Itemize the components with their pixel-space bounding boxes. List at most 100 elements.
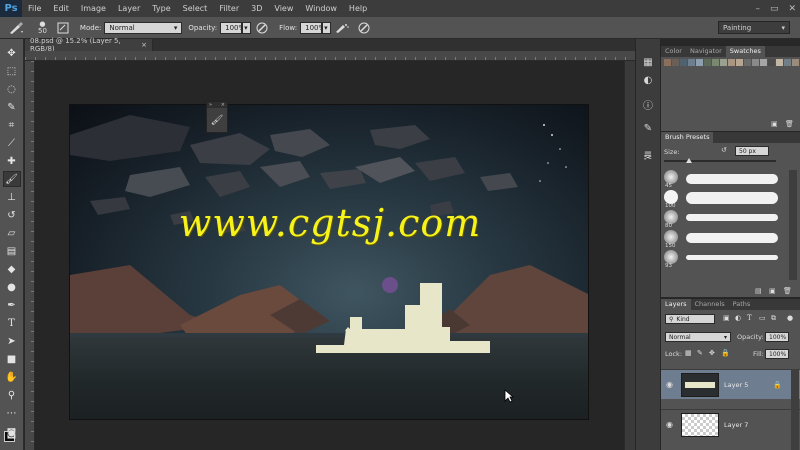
eraser-tool-icon[interactable]: ▱ [3, 225, 21, 241]
maximize-button[interactable]: ▭ [770, 4, 779, 14]
flow-dropdown[interactable]: ▾ [322, 21, 332, 34]
close-panel-icon[interactable]: × [221, 102, 225, 108]
color-swatch[interactable] [680, 59, 687, 66]
edit-toolbar-icon[interactable]: ⋯ [3, 405, 21, 421]
toggle-brush-panel-icon[interactable]: ▤ [755, 287, 762, 295]
menu-view[interactable]: View [268, 0, 299, 17]
color-swatch[interactable] [792, 59, 799, 66]
path-selection-tool-icon[interactable]: ➤ [3, 333, 21, 349]
filter-smart-object-icon[interactable]: ⧉ [771, 314, 776, 323]
color-swatch[interactable] [720, 59, 727, 66]
close-button[interactable]: ✕ [788, 4, 796, 14]
move-tool-icon[interactable]: ✥ [3, 45, 21, 61]
filter-type-icon[interactable]: T [747, 314, 752, 322]
brush-list-scrollbar[interactable] [789, 170, 797, 280]
gradient-tool-icon[interactable]: ▤ [3, 243, 21, 259]
color-swatch[interactable] [784, 59, 791, 66]
info-panel-icon[interactable]: ⓘ [641, 97, 655, 112]
pressure-opacity-icon[interactable] [254, 20, 270, 36]
mode-select[interactable]: Normal ▾ [104, 21, 183, 34]
layers-scrollbar[interactable] [791, 369, 799, 450]
color-swatch[interactable] [688, 59, 695, 66]
filter-toggle-icon[interactable]: ● [787, 314, 793, 322]
lock-position-icon[interactable]: ✥ [709, 349, 715, 357]
layer-name[interactable]: Layer 7 [724, 421, 748, 429]
hand-tool-icon[interactable]: ✋ [3, 369, 21, 385]
lock-all-icon[interactable]: 🔒 [721, 349, 730, 357]
menu-filter[interactable]: Filter [213, 0, 245, 17]
tab-swatches[interactable]: Swatches [725, 46, 765, 57]
vertical-ruler[interactable] [25, 61, 35, 450]
color-swatch[interactable] [768, 59, 775, 66]
history-brush-tool-icon[interactable]: ↺ [3, 207, 21, 223]
document-tab-close-icon[interactable]: × [141, 41, 147, 49]
opacity-dropdown[interactable]: ▾ [242, 21, 252, 34]
brush-size-input[interactable]: 50 px [735, 146, 769, 156]
visibility-eye-icon[interactable]: ◉ [666, 380, 673, 389]
crop-tool-icon[interactable]: ⌗ [3, 117, 21, 133]
airbrush-icon[interactable] [334, 20, 350, 36]
tool-presets-panel-icon[interactable]: ✂ [641, 151, 655, 165]
color-swatch[interactable] [752, 59, 759, 66]
adjustments-panel-icon[interactable]: ✎ [641, 121, 655, 135]
layer-name[interactable]: Layer 5 [724, 381, 748, 389]
tab-paths[interactable]: Paths [729, 299, 755, 310]
layer-row[interactable]: ◉ Layer 7 [661, 409, 800, 439]
menu-edit[interactable]: Edit [47, 0, 75, 17]
workspace-select[interactable]: Painting ▾ [718, 21, 790, 34]
pen-tool-icon[interactable]: ✒ [3, 297, 21, 313]
menu-file[interactable]: File [22, 0, 47, 17]
color-swatch[interactable] [760, 59, 767, 66]
visibility-eye-icon[interactable]: ◉ [666, 420, 673, 429]
tab-channels[interactable]: Channels [691, 299, 729, 310]
brush-preset-item[interactable]: 150 [664, 230, 784, 249]
tab-brush-presets[interactable]: Brush Presets [661, 132, 714, 143]
color-swatch[interactable] [736, 59, 743, 66]
zoom-tool-icon[interactable]: ⚲ [3, 387, 21, 403]
type-tool-icon[interactable]: T [3, 315, 21, 331]
floating-tool-panel[interactable]: » × 🖌 [206, 101, 228, 133]
delete-swatch-icon[interactable]: 🗑 [785, 120, 794, 128]
menu-window[interactable]: Window [299, 0, 343, 17]
horizontal-ruler[interactable] [25, 51, 635, 61]
quick-selection-tool-icon[interactable]: ✎ [3, 99, 21, 115]
menu-type[interactable]: Type [146, 0, 176, 17]
dodge-tool-icon[interactable]: ● [3, 279, 21, 295]
delete-brush-icon[interactable]: 🗑 [783, 287, 792, 295]
rectangle-tool-icon[interactable]: ■ [3, 351, 21, 367]
reset-size-icon[interactable]: ↺ [721, 146, 727, 154]
menu-3d[interactable]: 3D [245, 0, 268, 17]
minimize-button[interactable]: – [755, 4, 760, 14]
layer-row[interactable]: ◉ Layer 5 🔒 [661, 369, 800, 399]
lock-transparency-icon[interactable]: ▦ [685, 349, 692, 357]
new-swatch-icon[interactable]: ▣ [771, 120, 778, 128]
color-swatch[interactable] [704, 59, 711, 66]
marquee-tool-icon[interactable]: ⬚ [3, 63, 21, 79]
menu-help[interactable]: Help [343, 0, 373, 17]
properties-panel-icon[interactable]: ◐ [641, 73, 655, 87]
filter-pixel-icon[interactable]: ▣ [723, 314, 730, 322]
brush-preset-item[interactable]: 45 [664, 170, 784, 189]
tab-navigator[interactable]: Navigator [686, 46, 726, 57]
color-swatch[interactable] [776, 59, 783, 66]
color-swatch[interactable] [712, 59, 719, 66]
opacity-input[interactable]: 100% [220, 21, 245, 34]
canvas-artwork[interactable]: www.cgtsj.com [69, 104, 589, 420]
flow-input[interactable]: 100% [300, 21, 325, 34]
blur-tool-icon[interactable]: ◆ [3, 261, 21, 277]
color-swatch[interactable] [696, 59, 703, 66]
healing-brush-tool-icon[interactable]: ✚ [3, 153, 21, 169]
collapse-panel-icon[interactable]: » [209, 102, 212, 108]
brush-tool-icon[interactable]: 🖌 [2, 171, 21, 187]
tab-layers[interactable]: Layers [661, 299, 691, 310]
lasso-tool-icon[interactable]: ◌ [3, 81, 21, 97]
size-slider[interactable] [664, 160, 776, 162]
clone-stamp-tool-icon[interactable]: ⊥ [3, 189, 21, 205]
brush-tool-preset-icon[interactable] [3, 20, 29, 36]
color-swatch[interactable] [664, 59, 671, 66]
history-panel-icon[interactable]: ▦ [641, 55, 655, 69]
fill-input[interactable]: 100% [765, 349, 789, 359]
quick-mask-icon[interactable]: ◙ [3, 425, 21, 441]
pressure-size-icon[interactable] [356, 20, 372, 36]
brush-preset-picker-icon[interactable]: 🖌 [207, 108, 227, 132]
